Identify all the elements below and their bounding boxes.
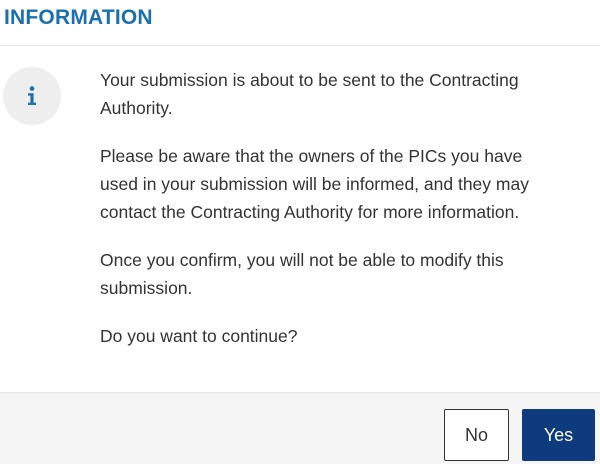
no-button[interactable]: No: [444, 409, 509, 461]
message-paragraph-question: Do you want to continue?: [100, 326, 298, 346]
info-icon: [3, 67, 61, 125]
message-paragraph-confirm: Once you confirm, you will not be able t…: [100, 250, 504, 298]
information-dialog: INFORMATION Your submission is about to …: [0, 0, 600, 464]
dialog-title: INFORMATION: [4, 6, 153, 29]
message-paragraph-submission: Your submission is about to be sent to t…: [100, 70, 519, 118]
dialog-body: Your submission is about to be sent to t…: [0, 46, 600, 392]
yes-button[interactable]: Yes: [522, 409, 595, 461]
dialog-header: INFORMATION: [0, 0, 600, 46]
message-paragraph-pic-owners: Please be aware that the owners of the P…: [100, 146, 529, 222]
dialog-footer: No Yes: [0, 392, 600, 464]
